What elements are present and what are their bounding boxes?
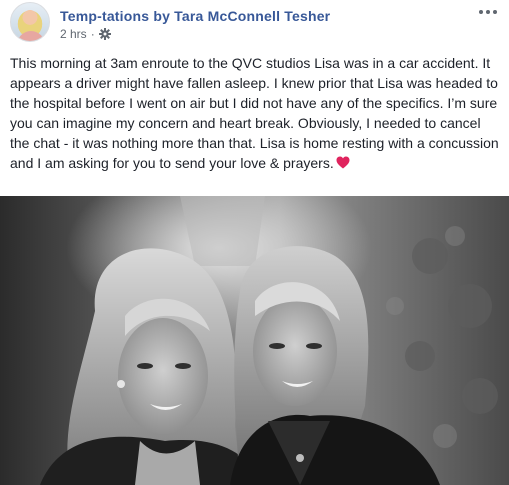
post-timestamp[interactable]: 2 hrs [60, 27, 87, 41]
gear-icon[interactable] [98, 28, 111, 40]
two-women-photo [0, 196, 509, 485]
avatar[interactable] [10, 2, 50, 42]
post-photo[interactable] [0, 196, 509, 485]
meta-separator: · [90, 27, 95, 41]
post-text: This morning at 3am enroute to the QVC s… [10, 53, 500, 173]
heart-icon [336, 156, 350, 169]
page-name-link[interactable]: Temp-tations by Tara McConnell Tesher [60, 8, 330, 24]
post-meta: 2 hrs · [60, 27, 111, 41]
post-header: Temp-tations by Tara McConnell Tesher 2 … [10, 2, 499, 46]
more-options-icon[interactable] [477, 5, 499, 19]
post-body: This morning at 3am enroute to the QVC s… [10, 55, 499, 171]
